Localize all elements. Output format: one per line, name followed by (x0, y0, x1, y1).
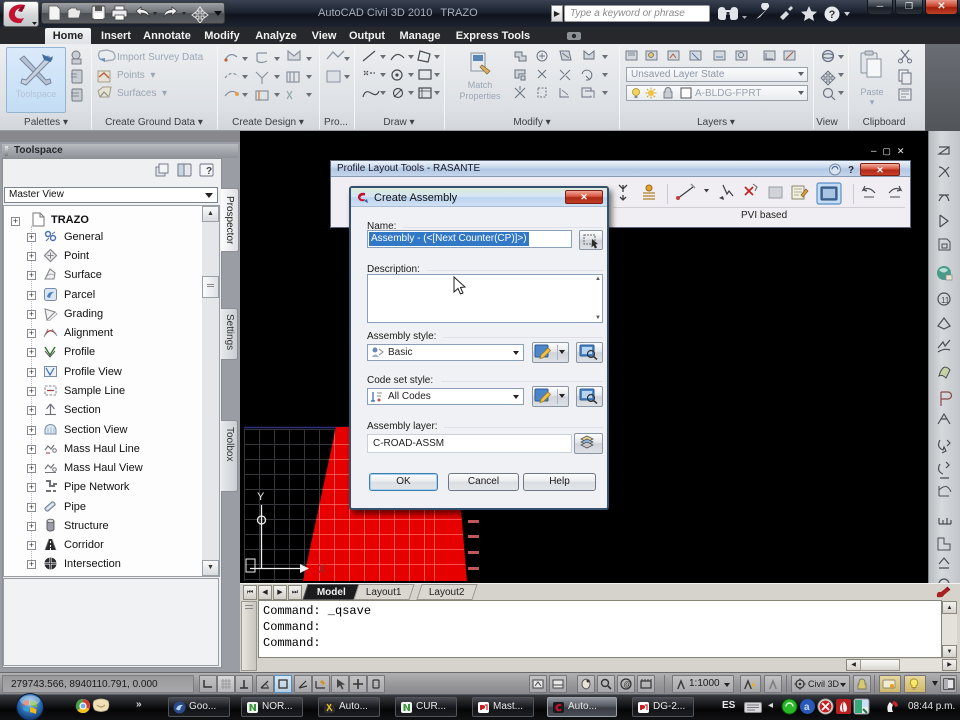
svg-text:?: ? (829, 9, 836, 21)
svg-text:a: a (804, 702, 810, 713)
svg-text:@: @ (624, 680, 632, 689)
svg-text:Y: Y (257, 491, 265, 503)
svg-text:11: 11 (941, 296, 950, 305)
svg-text:?: ? (848, 165, 854, 176)
svg-text:X: X (318, 562, 326, 576)
svg-text:?: ? (206, 166, 212, 177)
